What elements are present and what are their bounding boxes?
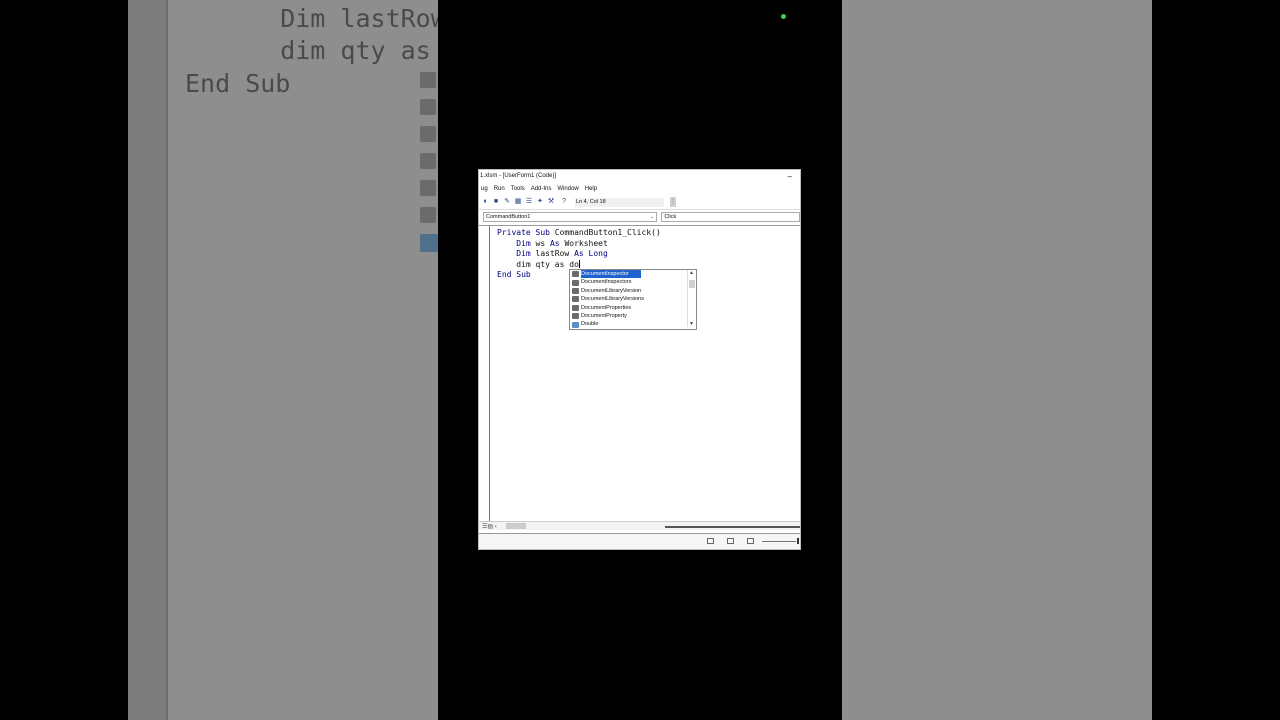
page-layout-icon[interactable] [727,538,734,544]
code-current-line: dim qty as do [497,259,579,269]
chevron-down-icon: ⌄ [650,214,655,220]
type-icon [572,321,579,328]
object-icon [420,126,436,142]
toolbar: ⏸ ■ ✎ ▦ ☰ ✦ ⚒ ? Ln 4, Col 18 ⋮ [479,195,800,210]
zoom-slider[interactable] [762,541,796,542]
toolbar-overflow-button[interactable]: ⋮ [670,197,676,207]
title-bar: 1.xlsm - [UserForm1 (Code)] – [479,170,800,183]
object-dropdown[interactable]: CommandButton1 ⌄ [483,212,658,222]
autocomplete-item-label: DocumentInspectors [581,279,632,286]
autocomplete-list: DocumentInspector DocumentInspectors Doc… [569,269,697,330]
scrollbar-track [665,526,800,528]
code-keyword: Dim [497,238,531,248]
menu-run[interactable]: Run [492,183,509,195]
menu-help[interactable]: Help [583,183,601,195]
autocomplete-item-label: DocumentInspector [581,270,641,279]
zoom-slider-thumb[interactable] [797,538,799,544]
background-code-line: dim qty as [220,36,431,65]
class-icon [572,313,579,320]
window-title: 1.xlsm - [UserForm1 (Code)] [480,173,557,179]
autocomplete-item[interactable]: DocumentProperty [570,312,696,320]
chevron-down-icon[interactable]: ▼ [689,321,694,327]
scrollbar-thumb[interactable] [689,280,695,288]
background-code-line: End Sub [185,69,291,98]
autocomplete-scrollbar[interactable]: ▲ ▼ [687,270,696,327]
text-caret [578,260,580,268]
object-icon [420,180,436,196]
project-explorer-icon[interactable]: ▦ [514,198,522,206]
code-keyword: As Long [574,249,608,258]
menu-tools[interactable]: Tools [509,183,529,195]
object-dropdown-value: CommandButton1 [486,214,531,220]
object-icon [420,207,436,223]
toolbox-icon[interactable]: ⚒ [547,198,555,206]
scrollbar-thumb[interactable] [506,523,526,529]
code-token: ws [530,238,550,248]
code-token: Worksheet [559,238,608,248]
autocomplete-item-label: DocumentLibraryVersion [581,287,642,294]
procedure-dropdown-value: Click [664,214,677,220]
class-icon [572,296,579,303]
code-editor[interactable]: Private Sub CommandButton1_Click() Dim w… [479,225,800,522]
background-gutter [128,0,168,720]
vba-editor-window: 1.xlsm - [UserForm1 (Code)] – ug Run Too… [478,169,801,550]
background-code-line: Dim lastRow [220,4,438,33]
autocomplete-item[interactable]: DocumentInspectors [570,278,696,286]
background-panel-right [842,0,1152,720]
autocomplete-item-label: Double [581,321,599,328]
class-icon [572,304,579,311]
minimize-button[interactable]: – [788,170,792,183]
help-icon[interactable]: ? [560,198,568,206]
horizontal-scrollbar[interactable]: ☰▤ ‹ [479,521,800,530]
view-mode-icon[interactable]: ☰▤ ‹ [482,523,497,530]
code-keyword: Private Sub [497,228,550,237]
reset-icon[interactable]: ■ [492,198,500,206]
procedure-dropdown[interactable]: Click [661,212,800,222]
object-icon [420,72,436,88]
type-icon [420,234,438,252]
class-icon [572,271,579,278]
code-keyword: As [549,238,560,248]
cursor-position: Ln 4, Col 18 [575,197,664,207]
autocomplete-item-label: DocumentProperty [581,312,627,319]
editor-margin [479,226,490,522]
code-token: CommandButton1_Click() [549,228,661,237]
page-break-icon[interactable] [747,538,754,544]
chevron-up-icon[interactable]: ▲ [689,270,694,276]
code-combos: CommandButton1 ⌄ Click [479,210,800,224]
object-icon [420,99,436,115]
autocomplete-item-label: DocumentLibraryVersions [581,296,644,303]
design-mode-icon[interactable]: ✎ [503,198,511,206]
autocomplete-item[interactable]: Double [570,320,696,328]
autocomplete-item[interactable]: DocumentProperties [570,304,696,312]
autocomplete-item-label: DocumentProperties [581,304,632,311]
background-code-panel-left: Dim lastRow dim qty as End Sub [128,0,438,720]
menu-bar: ug Run Tools Add-Ins Window Help [479,183,800,195]
status-bar [479,533,800,549]
menu-debug[interactable]: ug [479,183,492,195]
code-keyword: End Sub [497,270,531,279]
normal-view-icon[interactable] [707,538,714,544]
class-icon [572,287,579,294]
autocomplete-item[interactable]: DocumentLibraryVersion [570,287,696,295]
autocomplete-item[interactable]: DocumentInspector [570,270,696,279]
menu-add-ins[interactable]: Add-Ins [529,183,556,195]
autocomplete-item[interactable]: DocumentLibraryVersions [570,295,696,303]
recording-indicator-dot [781,14,786,19]
menu-window[interactable]: Window [555,183,582,195]
object-browser-icon[interactable]: ✦ [536,198,544,206]
code-token: lastRow [530,249,575,258]
class-icon [572,279,579,286]
code-keyword: Dim [497,249,531,258]
object-icon [420,153,436,169]
properties-icon[interactable]: ☰ [525,198,533,206]
background-icon-column [420,72,438,263]
break-icon[interactable]: ⏸ [481,198,489,206]
